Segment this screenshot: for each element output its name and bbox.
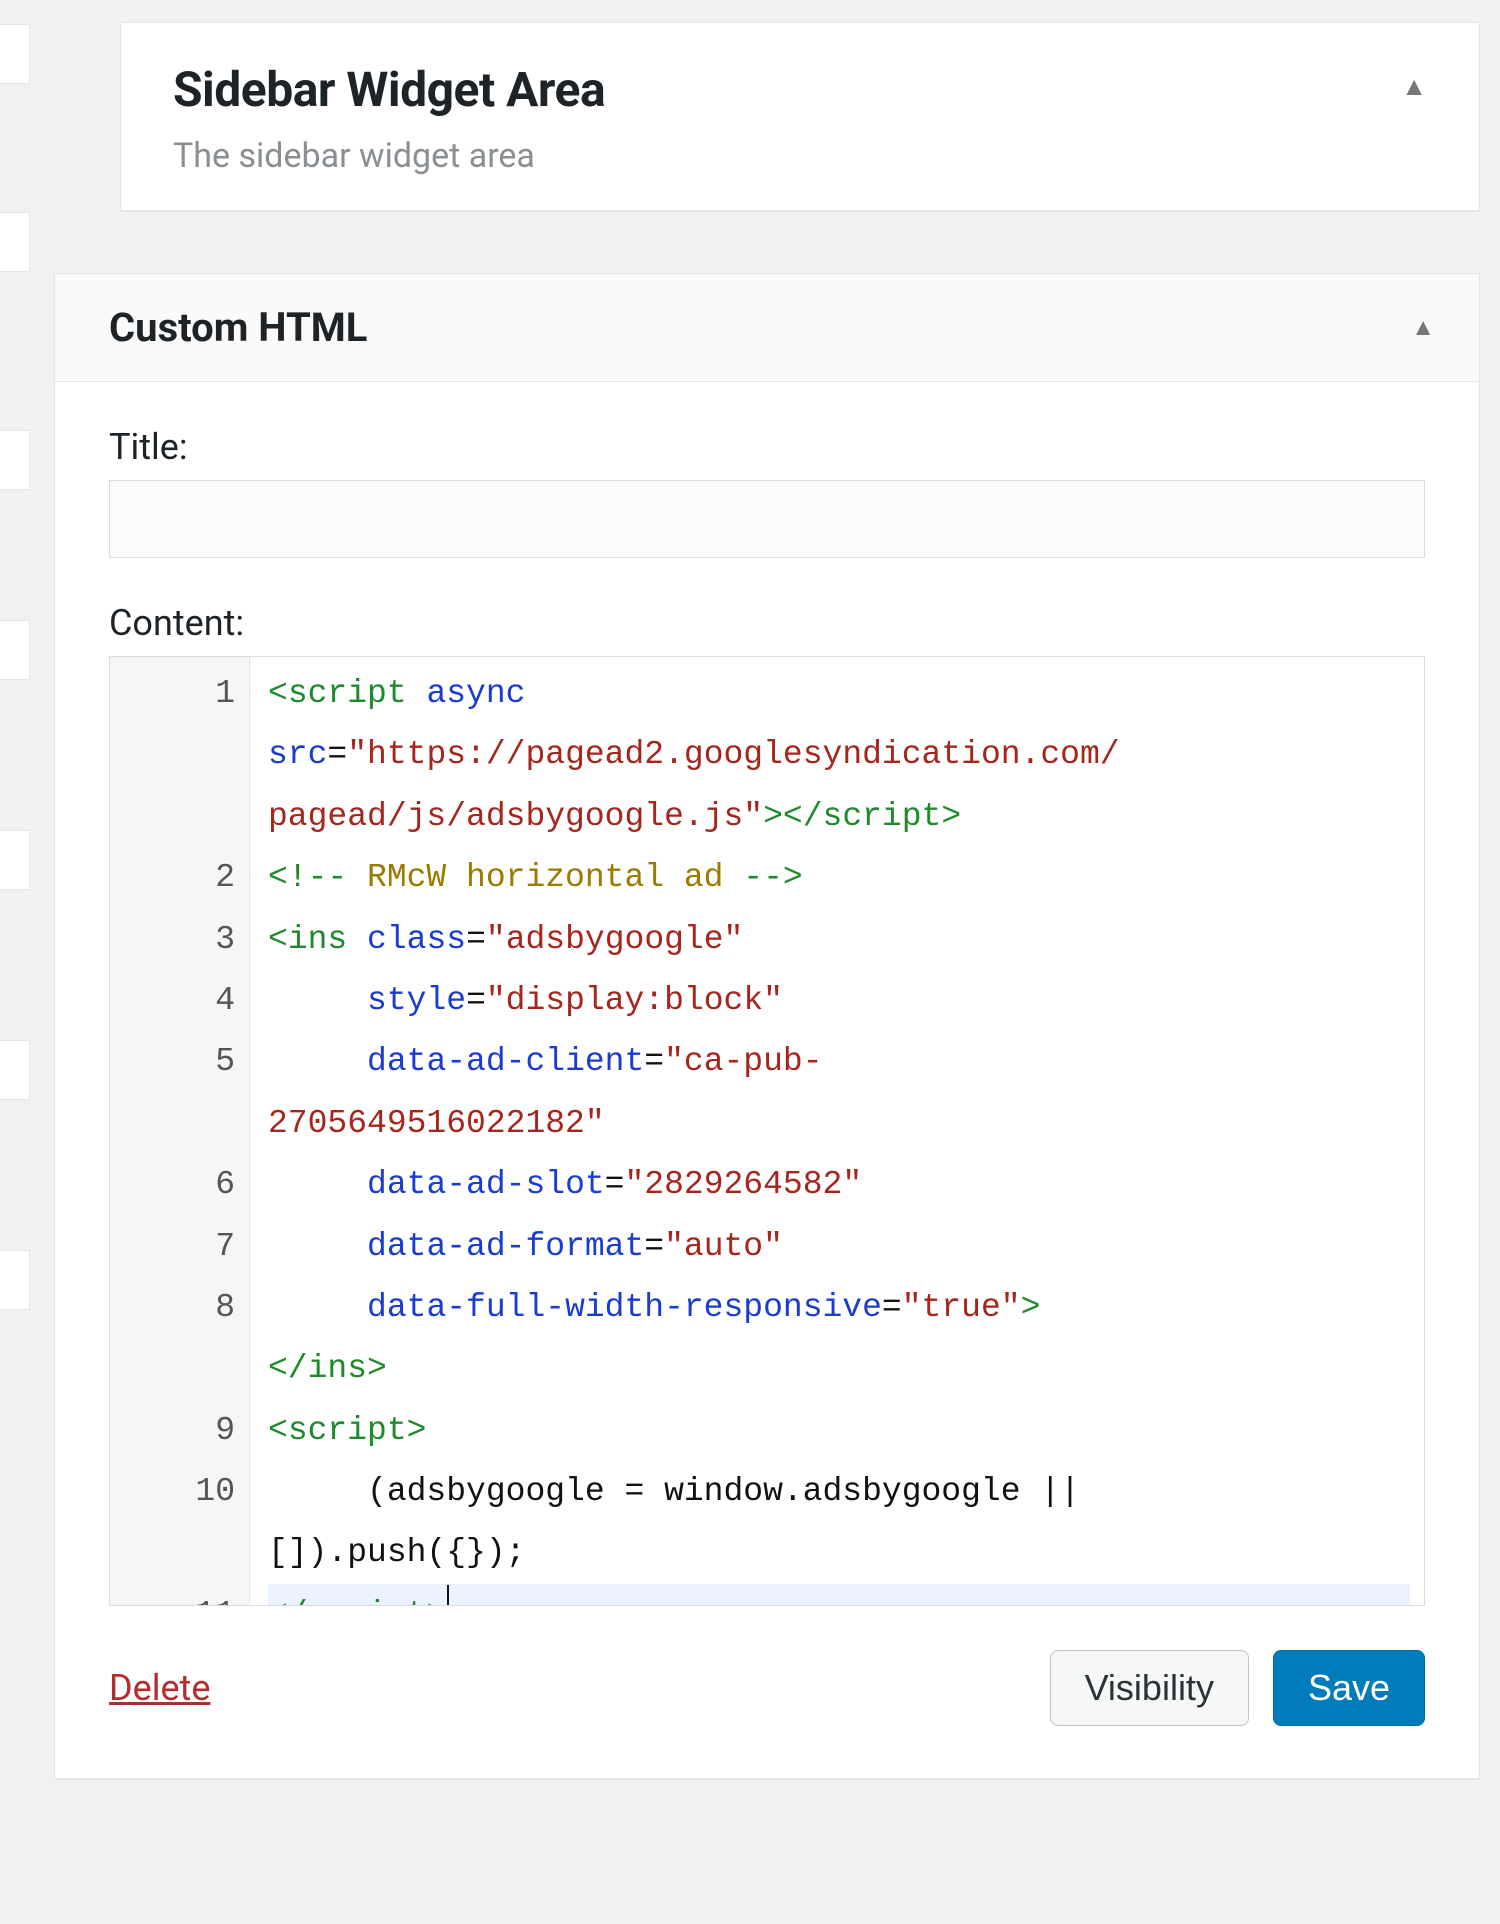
other-panel-stub [0,1040,30,1100]
collapse-toggle-icon[interactable]: ▲ [1411,313,1435,342]
widget-panel-custom-html: Custom HTML ▲ Title: Content: 1234567891… [54,273,1480,1779]
other-panel-stub [0,430,30,490]
widget-body: Title: Content: 1234567891011 <script as… [55,382,1479,1606]
widget-area-description: The sidebar widget area [173,136,605,176]
title-input[interactable] [109,480,1425,558]
widget-area-title: Sidebar Widget Area [173,61,605,118]
widget-header[interactable]: Custom HTML ▲ [55,274,1479,382]
widget-area-panel: Sidebar Widget Area The sidebar widget a… [120,22,1480,211]
visibility-button[interactable]: Visibility [1050,1650,1249,1726]
collapse-toggle-icon[interactable]: ▲ [1401,61,1427,102]
save-button[interactable]: Save [1273,1650,1425,1726]
other-panel-stub [0,1250,30,1310]
other-panel-stub [0,24,30,84]
widget-area-header[interactable]: Sidebar Widget Area The sidebar widget a… [121,23,1479,210]
other-panel-stub [0,620,30,680]
other-panel-stub [0,212,30,272]
other-panel-stub [0,830,30,890]
code-gutter: 1234567891011 [110,657,250,1605]
widget-actions: Delete Visibility Save [55,1606,1479,1778]
code-content[interactable]: <script asyncsrc="https://pagead2.google… [250,657,1424,1605]
widget-name: Custom HTML [109,304,367,351]
content-label: Content: [109,602,1425,644]
content-code-editor[interactable]: 1234567891011 <script asyncsrc="https://… [109,656,1425,1606]
delete-link[interactable]: Delete [109,1667,210,1709]
title-label: Title: [109,426,1425,468]
